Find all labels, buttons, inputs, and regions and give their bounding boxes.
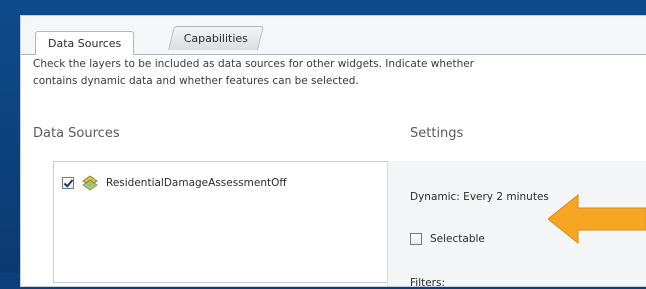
tab-data-sources[interactable]: Data Sources [35,31,135,55]
instructions-line-1: Check the layers to be included as data … [33,58,474,70]
window-background: Capabilities Data Sources Check the laye… [0,0,646,289]
dynamic-setting-text[interactable]: Dynamic: Every 2 minutes [410,191,549,203]
instructions-line-2: contains dynamic data and whether featur… [33,75,359,87]
selectable-label: Selectable [430,233,485,245]
tab-capabilities[interactable]: Capabilities [168,26,265,50]
settings-heading: Settings [410,126,464,141]
callout-arrow-icon [548,193,646,245]
layer-icon [82,175,98,191]
tab-capabilities-label: Capabilities [183,32,248,45]
list-item[interactable]: ResidentialDamageAssessmentOff [62,174,287,192]
instructions-text: Check the layers to be included as data … [33,56,646,90]
data-sources-heading: Data Sources [33,126,120,141]
widget-config-panel: Capabilities Data Sources Check the laye… [20,15,646,289]
filters-label: Filters: [410,277,446,289]
tab-data-sources-label: Data Sources [48,37,122,50]
data-sources-list[interactable]: ResidentialDamageAssessmentOff [53,161,389,283]
layer-label: ResidentialDamageAssessmentOff [106,177,287,189]
selectable-option[interactable]: Selectable [410,233,485,245]
layer-checkbox[interactable] [62,177,74,189]
selectable-checkbox[interactable] [410,233,422,245]
